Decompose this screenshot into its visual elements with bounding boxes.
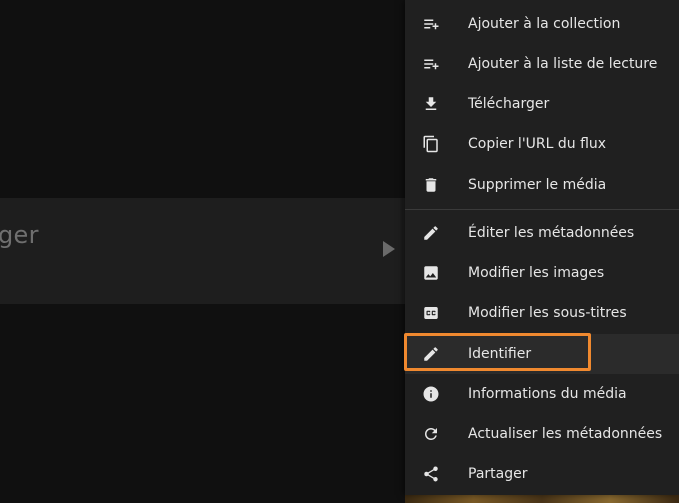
menu-item-media-info[interactable]: Informations du média — [405, 374, 679, 414]
menu-item-edit-images[interactable]: Modifier les images — [405, 253, 679, 293]
menu-item-label: Ajouter à la collection — [468, 16, 621, 32]
menu-divider — [405, 209, 679, 210]
menu-item-label: Identifier — [468, 346, 532, 362]
share-icon — [422, 465, 440, 483]
menu-item-edit-subtitles[interactable]: Modifier les sous-titres — [405, 293, 679, 333]
copy-icon — [422, 135, 440, 153]
menu-item-label: Modifier les sous-titres — [468, 305, 627, 321]
screen: ger Ajouter à la collection Ajouter à la… — [0, 0, 679, 503]
playlist-add-icon — [422, 15, 440, 33]
edit-icon — [422, 345, 440, 363]
menu-item-add-to-playlist[interactable]: Ajouter à la liste de lecture — [405, 44, 679, 84]
menu-item-label: Éditer les métadonnées — [468, 225, 635, 241]
menu-item-refresh-metadata[interactable]: Actualiser les métadonnées — [405, 414, 679, 454]
playlist-add-icon — [422, 55, 440, 73]
delete-icon — [422, 176, 440, 194]
menu-item-label: Partager — [468, 466, 528, 482]
edit-icon — [422, 224, 440, 242]
download-icon — [422, 95, 440, 113]
menu-item-copy-stream-url[interactable]: Copier l'URL du flux — [405, 124, 679, 164]
info-icon — [422, 385, 440, 403]
menu-item-edit-metadata[interactable]: Éditer les métadonnées — [405, 213, 679, 253]
menu-item-label: Télécharger — [468, 96, 550, 112]
menu-item-label: Modifier les images — [468, 265, 605, 281]
menu-item-identify[interactable]: Identifier — [405, 334, 679, 374]
menu-item-share[interactable]: Partager — [405, 454, 679, 494]
menu-item-add-to-collection[interactable]: Ajouter à la collection — [405, 4, 679, 44]
menu-item-label: Informations du média — [468, 386, 627, 402]
background-media-row — [0, 198, 405, 304]
menu-item-delete-media[interactable]: Supprimer le média — [405, 165, 679, 205]
menu-item-label: Actualiser les métadonnées — [468, 426, 663, 442]
menu-item-label: Supprimer le média — [468, 177, 607, 193]
menu-item-label: Ajouter à la liste de lecture — [468, 56, 658, 72]
background-title: ger — [0, 221, 39, 249]
refresh-icon — [422, 425, 440, 443]
image-icon — [422, 264, 440, 282]
context-menu: Ajouter à la collection Ajouter à la lis… — [405, 0, 679, 495]
closed-caption-icon — [422, 304, 440, 322]
menu-item-download[interactable]: Télécharger — [405, 84, 679, 124]
play-arrow-icon[interactable] — [383, 241, 395, 257]
menu-item-label: Copier l'URL du flux — [468, 136, 607, 152]
